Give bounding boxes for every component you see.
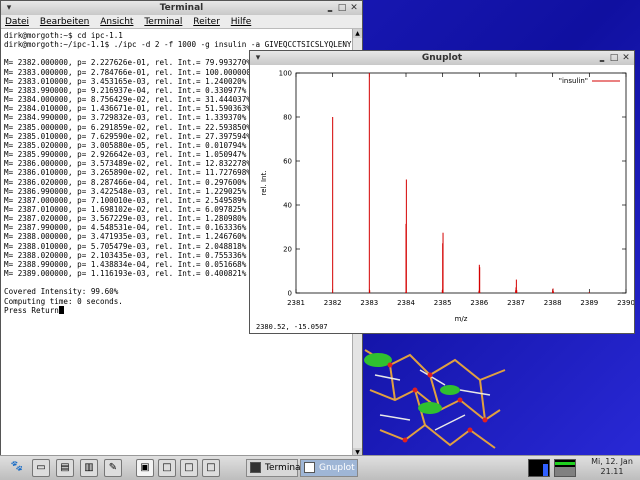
- x-tick-label: 2387: [507, 299, 525, 307]
- task-terminal-label: Termina: [265, 463, 301, 473]
- workspace-4-icon[interactable]: □: [202, 459, 220, 477]
- y-tick-label: 80: [283, 114, 292, 122]
- close-icon[interactable]: ✕: [349, 3, 359, 13]
- task-gnuplot[interactable]: Gnuplot: [300, 459, 358, 477]
- terminal-titlebar[interactable]: ▾ Terminal ‗ □ ✕: [1, 1, 362, 16]
- y-tick-label: 20: [283, 246, 292, 254]
- task-terminal[interactable]: Termina: [246, 459, 301, 477]
- y-axis-label: rel. Int.: [260, 171, 268, 196]
- plot-area[interactable]: 2381 2382 2383 2384 2385 2386 2387 2388 2389 2390…: [250, 65, 634, 333]
- scroll-up-icon[interactable]: ▲: [353, 29, 362, 38]
- x-tick-label: 2390: [617, 299, 634, 307]
- desktop-icon[interactable]: ▭: [32, 459, 50, 477]
- close-icon[interactable]: ✕: [621, 53, 631, 63]
- x-tick-label: 2382: [324, 299, 342, 307]
- cpu-monitor-icon: [528, 459, 550, 477]
- terminal-line: dirk@morgoth:~/ipc-1.1$ ./ipc -d 2 -f 10…: [4, 40, 361, 50]
- workspace-3-icon[interactable]: □: [180, 459, 198, 477]
- memory-monitor-icon: [554, 459, 576, 477]
- x-tick-label: 2384: [397, 299, 415, 307]
- gnuplot-titlebar[interactable]: ▾ Gnuplot ‗ □ ✕: [250, 51, 634, 66]
- terminal-line: dirk@morgoth:~$ cd ipc-1.1: [4, 31, 123, 40]
- x-tick-label: 2389: [580, 299, 598, 307]
- cursor-coordinates: 2380.52, -15.0507: [256, 323, 328, 331]
- spectrum-chart[interactable]: 2381 2382 2383 2384 2385 2386 2387 2388 2389 2390…: [250, 65, 634, 333]
- clock-date: Mi, 12. Jan: [591, 457, 633, 466]
- clock-time: 21.11: [600, 467, 624, 476]
- maximize-icon[interactable]: □: [609, 53, 619, 63]
- menu-terminal[interactable]: Terminal: [144, 17, 182, 27]
- start-menu-icon[interactable]: 🐾: [8, 459, 26, 477]
- menu-bearbeiten[interactable]: Bearbeiten: [40, 17, 89, 27]
- x-tick-label: 2388: [544, 299, 562, 307]
- y-tick-label: 60: [283, 158, 292, 166]
- x-tick-label: 2383: [360, 299, 378, 307]
- menu-ansicht[interactable]: Ansicht: [100, 17, 133, 27]
- menu-reiter[interactable]: Reiter: [193, 17, 220, 27]
- text-cursor: [58, 305, 64, 314]
- gnuplot-icon: [304, 462, 315, 473]
- files-icon[interactable]: ▤: [56, 459, 74, 477]
- workspace-1-icon[interactable]: ▣: [136, 459, 154, 477]
- x-axis-label: m/z: [455, 315, 468, 323]
- window-menu-icon[interactable]: ▾: [253, 53, 263, 63]
- plot-frame: [295, 72, 627, 294]
- x-tick-label: 2381: [287, 299, 305, 307]
- clock[interactable]: Mi, 12. Jan 21.11: [587, 457, 637, 477]
- maximize-icon[interactable]: □: [337, 3, 347, 13]
- workspace-2-icon[interactable]: □: [158, 459, 176, 477]
- gnuplot-title: Gnuplot: [421, 53, 463, 63]
- editor-icon[interactable]: ✎: [104, 459, 122, 477]
- molecule-image: [360, 330, 510, 455]
- terminal-menubar: Datei Bearbeiten Ansicht Terminal Reiter…: [1, 15, 362, 29]
- launcher-icon[interactable]: ▥: [80, 459, 98, 477]
- gnuplot-window[interactable]: ▾ Gnuplot ‗ □ ✕ 2381 2382 2383 2384 2385 2386…: [249, 50, 635, 334]
- taskbar: 🐾 ▭ ▤ ▥ ✎ ▣ □ □ □ Termina Gnuplot Mi, 12…: [0, 455, 640, 480]
- menu-datei[interactable]: Datei: [5, 17, 29, 27]
- x-tick-label: 2385: [434, 299, 452, 307]
- menu-hilfe[interactable]: Hilfe: [231, 17, 251, 27]
- minimize-icon[interactable]: ‗: [597, 53, 607, 63]
- y-tick-label: 40: [283, 202, 292, 210]
- y-tick-label: 0: [288, 290, 292, 298]
- terminal-title: Terminal: [159, 3, 204, 13]
- window-menu-icon[interactable]: ▾: [4, 3, 14, 13]
- minimize-icon[interactable]: ‗: [325, 3, 335, 13]
- x-tick-label: 2386: [470, 299, 488, 307]
- y-tick-label: 100: [279, 70, 292, 78]
- task-gnuplot-label: Gnuplot: [319, 463, 355, 473]
- legend-label: "insulin": [559, 77, 588, 85]
- terminal-icon: [250, 462, 261, 473]
